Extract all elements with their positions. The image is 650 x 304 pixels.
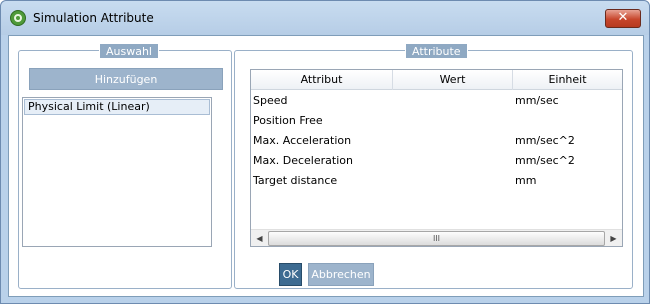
cell-einheit: mm/sec^2 [515, 134, 575, 147]
cell-einheit: mm/sec^2 [515, 154, 575, 167]
column-header-einheit[interactable]: Einheit [513, 70, 622, 90]
table-row[interactable]: Position Free [251, 111, 622, 131]
attribute-table: Attribut Wert Einheit Speed mm/sec Posit… [250, 69, 623, 247]
table-row[interactable]: Speed mm/sec [251, 91, 622, 111]
app-icon [10, 10, 26, 26]
add-button[interactable]: Hinzufügen [29, 68, 223, 90]
title-bar[interactable]: Simulation Attribute ✕ [1, 1, 649, 35]
window-title: Simulation Attribute [33, 11, 154, 25]
scroll-left-icon[interactable]: ◀ [251, 230, 268, 246]
horizontal-scrollbar[interactable]: ◀ III ▶ [251, 229, 622, 246]
column-header-attribut[interactable]: Attribut [251, 70, 393, 90]
column-header-wert[interactable]: Wert [393, 70, 513, 90]
table-row[interactable]: Max. Deceleration mm/sec^2 [251, 151, 622, 171]
table-row[interactable]: Max. Acceleration mm/sec^2 [251, 131, 622, 151]
cell-einheit: mm/sec [515, 94, 559, 107]
table-header: Attribut Wert Einheit [251, 70, 622, 90]
cell-attribut: Max. Acceleration [253, 134, 352, 147]
selection-list[interactable]: Physical Limit (Linear) [22, 97, 212, 247]
cancel-button[interactable]: Abbrechen [308, 263, 374, 286]
cell-attribut: Max. Deceleration [253, 154, 353, 167]
auswahl-group: Auswahl Hinzufügen Physical Limit (Linea… [18, 43, 232, 289]
table-row[interactable]: Target distance mm [251, 171, 622, 191]
cell-attribut: Target distance [253, 174, 338, 187]
ok-button[interactable]: OK [279, 263, 302, 286]
scroll-thumb[interactable]: III [268, 231, 605, 246]
scroll-right-icon[interactable]: ▶ [605, 230, 622, 246]
attribute-group: Attribute Attribut Wert Einheit Speed mm… [234, 43, 633, 289]
attribute-title: Attribute [405, 43, 468, 59]
cell-attribut: Position Free [253, 114, 323, 127]
cell-attribut: Speed [253, 94, 288, 107]
list-item[interactable]: Physical Limit (Linear) [24, 99, 210, 115]
dialog-window: Simulation Attribute ✕ Auswahl Hinzufüge… [0, 0, 650, 304]
close-button[interactable]: ✕ [605, 9, 641, 28]
cell-einheit: mm [515, 174, 537, 187]
dialog-content: Auswahl Hinzufügen Physical Limit (Linea… [8, 35, 644, 297]
auswahl-title: Auswahl [99, 43, 159, 59]
